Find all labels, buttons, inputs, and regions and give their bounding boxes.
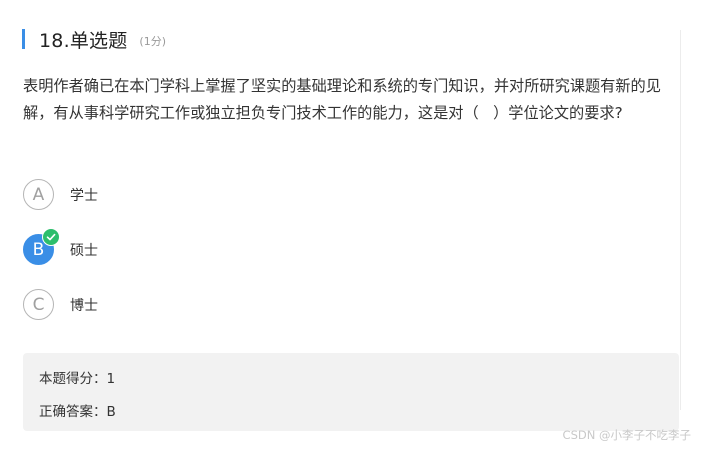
question-title: 18.单选题 [39, 29, 128, 52]
option-b-letter-circle[interactable]: B [23, 228, 60, 265]
question-stem: 表明作者确已在本门学科上掌握了坚实的基础理论和系统的专门知识，并对所研究课题有新… [23, 77, 661, 122]
option-a-text: 学士 [70, 187, 98, 204]
option-a[interactable]: A 学士 [23, 178, 98, 211]
question-header: 18.单选题 (1分) [22, 27, 167, 52]
options-list: A 学士 B 硕士 C 博士 [23, 178, 98, 343]
option-b-text: 硕士 [70, 242, 98, 259]
score-line: 本题得分：1 [39, 371, 116, 387]
option-a-letter-circle[interactable]: A [23, 179, 54, 210]
option-b[interactable]: B 硕士 [23, 228, 98, 266]
correct-answer-line: 正确答案：B [39, 404, 116, 420]
check-icon [42, 228, 60, 246]
option-c[interactable]: C 博士 [23, 288, 98, 321]
option-c-text: 博士 [70, 297, 98, 314]
option-b-letter: B [32, 239, 45, 260]
watermark: CSDN @小李子不吃李子 [562, 428, 691, 442]
question-page: 18.单选题 (1分) 表明作者确已在本门学科上掌握了坚实的基础理论和系统的专门… [0, 0, 702, 449]
result-panel: 本题得分：1 正确答案：B [23, 353, 679, 431]
divider [680, 30, 681, 410]
header-accent-bar [22, 29, 25, 49]
question-score: (1分) [139, 35, 167, 48]
option-c-letter-circle[interactable]: C [23, 289, 54, 320]
